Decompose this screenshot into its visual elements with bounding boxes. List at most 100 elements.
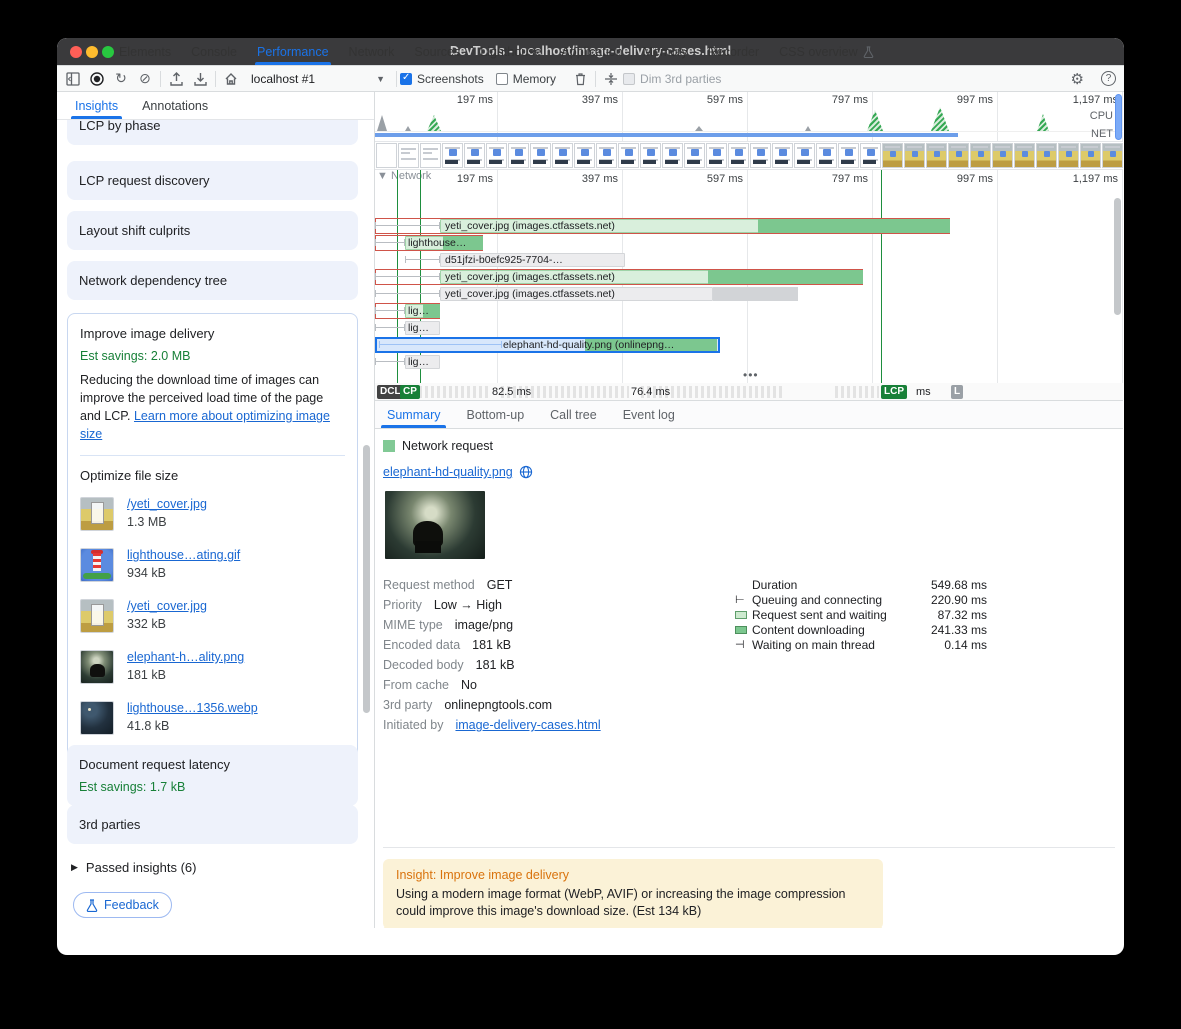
summary-tab-bottom-up[interactable]: Bottom-up — [466, 401, 524, 428]
screenshot-thumbnail[interactable] — [838, 143, 859, 168]
insight-card-document-request-latency[interactable]: Document request latency Est savings: 1.… — [67, 745, 358, 806]
insight-card-3rd-parties[interactable]: 3rd parties — [67, 805, 358, 844]
timeline-overview[interactable]: 197 ms397 ms597 ms797 ms997 ms1,197 ms C… — [375, 92, 1123, 142]
network-request-row[interactable]: lig… — [375, 303, 1123, 319]
summary-tab-summary[interactable]: Summary — [387, 401, 440, 428]
throttling-icon[interactable] — [599, 68, 623, 90]
help-icon[interactable]: ? — [1101, 71, 1116, 86]
screenshot-thumbnail[interactable] — [1036, 143, 1057, 168]
screenshot-thumbnail[interactable] — [640, 143, 661, 168]
screenshot-thumbnail[interactable] — [816, 143, 837, 168]
insight-card-lcp-by-phase[interactable]: LCP by phase — [67, 120, 358, 145]
summary-tab-event-log[interactable]: Event log — [623, 401, 675, 428]
screenshots-label[interactable]: Screenshots — [417, 72, 484, 86]
request-url-link[interactable]: elephant-hd-quality.png — [383, 465, 513, 479]
screenshot-thumbnail[interactable] — [948, 143, 969, 168]
initiator-link[interactable]: image-delivery-cases.html — [455, 718, 600, 732]
screenshot-thumbnail[interactable] — [420, 143, 441, 168]
network-request-row[interactable]: yeti_cover.jpg (images.ctfassets.net) — [375, 218, 1123, 234]
network-request-row[interactable]: d51jfzi-b0efc925-7704-… — [375, 252, 1123, 268]
screenshot-thumbnail[interactable] — [750, 143, 771, 168]
track-scrollbar[interactable] — [1114, 198, 1121, 315]
timings-strip[interactable]: DCLCP82.5 ms76.4 msLCPmsL — [375, 383, 1123, 401]
tab-elements[interactable]: Elements — [109, 38, 181, 65]
clear-icon[interactable]: ⊘ — [133, 68, 157, 90]
screenshot-thumbnail[interactable] — [970, 143, 991, 168]
live-metrics-home-icon[interactable] — [219, 68, 243, 90]
screenshot-thumbnail[interactable] — [552, 143, 573, 168]
screenshot-thumbnail[interactable] — [1014, 143, 1035, 168]
screenshot-thumbnail[interactable] — [684, 143, 705, 168]
screenshot-thumbnail[interactable] — [1080, 143, 1101, 168]
sidebar-scrollbar[interactable] — [363, 445, 370, 713]
record-and-reload-icon[interactable]: ↻ — [109, 68, 133, 90]
network-request-row[interactable]: yeti_cover.jpg (images.ctfassets.net) — [375, 269, 1123, 285]
feedback-button[interactable]: Feedback — [73, 892, 172, 918]
screenshot-thumbnail[interactable] — [574, 143, 595, 168]
history-dropdown[interactable]: localhost #1 ▼ — [243, 72, 393, 86]
tab-console[interactable]: Console — [181, 38, 247, 65]
screenshot-thumbnail[interactable] — [882, 143, 903, 168]
network-track-label[interactable]: ▼ Network — [377, 170, 431, 182]
screenshots-checkbox[interactable] — [400, 73, 412, 85]
screenshot-thumbnail[interactable] — [618, 143, 639, 168]
screenshot-thumbnail[interactable] — [1102, 143, 1123, 168]
garbage-collect-icon[interactable] — [568, 68, 592, 90]
file-link[interactable]: /yeti_cover.jpg — [127, 599, 207, 613]
tab-performance[interactable]: Performance — [247, 38, 339, 65]
tab-recorder[interactable]: Recorder — [698, 38, 769, 65]
screenshot-thumbnail[interactable] — [1058, 143, 1079, 168]
insight-card-layout-shift-culprits[interactable]: Layout shift culprits — [67, 211, 358, 250]
network-request-row[interactable]: lig… — [375, 320, 1123, 336]
passed-insights-expander[interactable]: ▶ Passed insights (6) — [71, 860, 196, 875]
tab-sources[interactable]: Sources — [404, 38, 470, 65]
network-request-row[interactable]: lighthouse… — [375, 235, 1123, 251]
tab-network[interactable]: Network — [339, 38, 405, 65]
screenshot-thumbnail[interactable] — [442, 143, 463, 168]
screenshot-thumbnail[interactable] — [860, 143, 881, 168]
file-link[interactable]: /yeti_cover.jpg — [127, 497, 207, 511]
screenshot-thumbnail[interactable] — [508, 143, 529, 168]
screenshot-thumbnail[interactable] — [398, 143, 419, 168]
screenshot-thumbnail[interactable] — [706, 143, 727, 168]
screenshot-thumbnail[interactable] — [530, 143, 551, 168]
screenshot-thumbnail[interactable] — [662, 143, 683, 168]
screenshot-thumbnail[interactable] — [794, 143, 815, 168]
tab-application[interactable]: Application — [551, 38, 632, 65]
summary-tab-call-tree[interactable]: Call tree — [550, 401, 597, 428]
screenshot-thumbnail[interactable] — [904, 143, 925, 168]
more-rows-indicator[interactable]: ••• — [743, 368, 759, 382]
sidebar-tab-annotations[interactable]: Annotations — [142, 92, 208, 119]
screenshot-thumbnail[interactable] — [376, 143, 397, 168]
sidebar-tab-insights[interactable]: Insights — [75, 92, 118, 119]
network-request-row[interactable]: yeti_cover.jpg (images.ctfassets.net) — [375, 286, 1123, 302]
load-profile-icon[interactable] — [164, 68, 188, 90]
screenshot-thumbnail[interactable] — [992, 143, 1013, 168]
capture-settings-gear-icon[interactable]: ⚙ — [1064, 70, 1091, 88]
reveal-in-network-icon[interactable] — [519, 465, 533, 479]
insight-card-lcp-request-discovery[interactable]: LCP request discovery — [67, 161, 358, 200]
tab-lighthouse[interactable]: Lighthouse — [470, 38, 551, 65]
network-request-row[interactable]: elephant-hd-quality.png (onlinepng… — [375, 337, 1123, 353]
network-track[interactable]: 197 ms397 ms597 ms797 ms997 ms1,197 ms ▼… — [375, 170, 1123, 383]
screenshot-thumbnail[interactable] — [464, 143, 485, 168]
record-icon[interactable] — [85, 68, 109, 90]
memory-label[interactable]: Memory — [513, 72, 556, 86]
screenshot-filmstrip[interactable] — [375, 142, 1123, 170]
save-profile-icon[interactable] — [188, 68, 212, 90]
insight-card-network-dependency-tree[interactable]: Network dependency tree — [67, 261, 358, 300]
screenshot-thumbnail[interactable] — [926, 143, 947, 168]
file-link[interactable]: lighthouse…1356.webp — [127, 701, 258, 715]
screenshot-thumbnail[interactable] — [596, 143, 617, 168]
tab-css-overview[interactable]: CSS overview — [769, 38, 884, 65]
file-link[interactable]: elephant-h…ality.png — [127, 650, 244, 664]
screenshot-thumbnail[interactable] — [728, 143, 749, 168]
file-link[interactable]: lighthouse…ating.gif — [127, 548, 240, 562]
memory-checkbox[interactable] — [496, 73, 508, 85]
tab-memory[interactable]: Memory — [633, 38, 698, 65]
screenshot-thumbnail[interactable] — [772, 143, 793, 168]
overview-right-drag-handle[interactable] — [1115, 94, 1122, 140]
screenshot-thumbnail[interactable] — [486, 143, 507, 168]
insight-card-improve-image-delivery[interactable]: Improve image delivery Est savings: 2.0 … — [67, 313, 358, 765]
toggle-sidebar-icon[interactable] — [61, 68, 85, 90]
